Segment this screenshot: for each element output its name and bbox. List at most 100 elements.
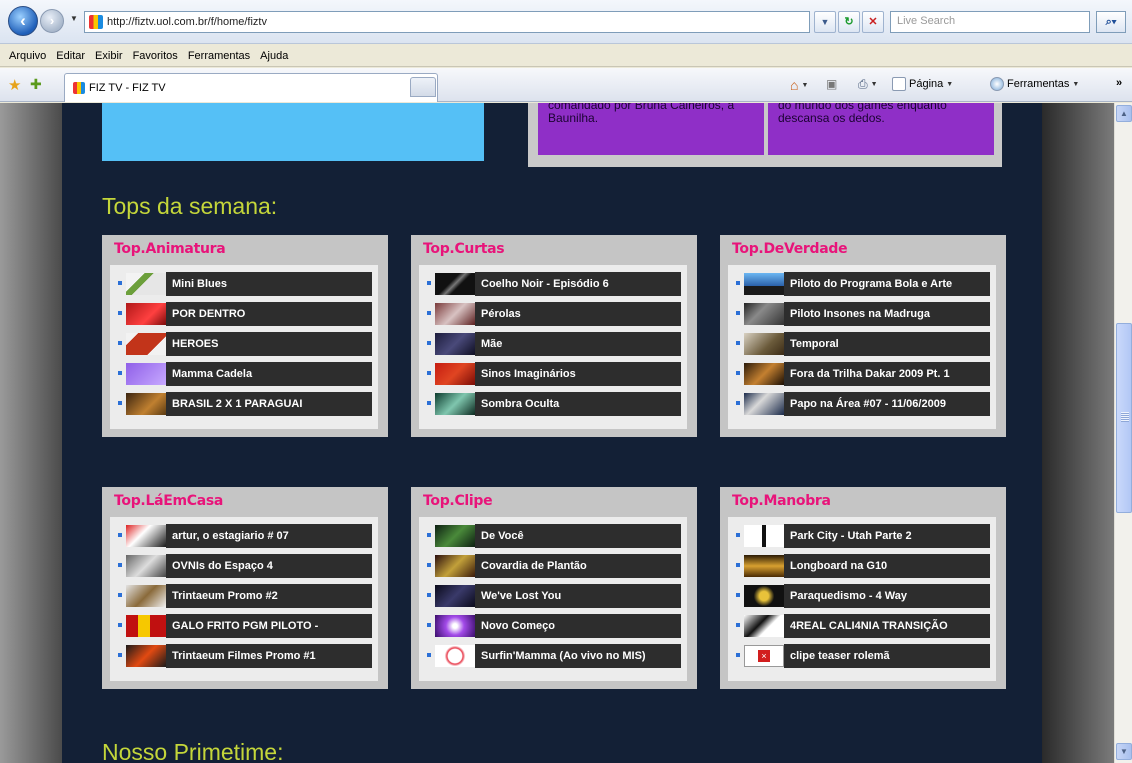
top-box-title[interactable]: Top.LáEmCasa	[114, 493, 223, 509]
video-title-link[interactable]: Mãe	[475, 332, 681, 356]
forward-button[interactable]: ›	[40, 9, 64, 33]
favorites-star-icon[interactable]: ★	[8, 76, 21, 94]
video-thumbnail[interactable]	[126, 363, 166, 385]
video-title-link[interactable]: Mini Blues	[166, 272, 372, 296]
top-list-item[interactable]: Sinos Imaginários	[419, 361, 687, 387]
video-thumbnail[interactable]	[126, 303, 166, 325]
top-box-title[interactable]: Top.Manobra	[732, 493, 831, 509]
top-list-item[interactable]: Mini Blues	[110, 271, 378, 297]
top-list-item[interactable]: GALO FRITO PGM PILOTO -	[110, 613, 378, 639]
top-list-item[interactable]: OVNIs do Espaço 4	[110, 553, 378, 579]
video-title-link[interactable]: Fora da Trilha Dakar 2009 Pt. 1	[784, 362, 990, 386]
video-thumbnail[interactable]	[126, 525, 166, 547]
menu-arquivo[interactable]: Arquivo	[4, 50, 51, 62]
top-list-item[interactable]: Sombra Oculta	[419, 391, 687, 417]
featured-blue-panel[interactable]	[102, 103, 484, 161]
feeds-icon[interactable]: ▣	[826, 77, 837, 91]
top-list-item[interactable]: Covardia de Plantão	[419, 553, 687, 579]
top-list-item[interactable]: BRASIL 2 X 1 PARAGUAI	[110, 391, 378, 417]
top-list-item[interactable]: Paraquedismo - 4 Way	[728, 583, 996, 609]
video-title-link[interactable]: Longboard na G10	[784, 554, 990, 578]
video-title-link[interactable]: Piloto do Programa Bola e Arte	[784, 272, 990, 296]
video-thumbnail[interactable]	[744, 615, 784, 637]
video-title-link[interactable]: 4REAL CALI4NIA TRANSIÇÃO	[784, 614, 990, 638]
top-list-item[interactable]: × clipe teaser rolemã	[728, 643, 996, 669]
top-list-item[interactable]: Papo na Área #07 - 11/06/2009	[728, 391, 996, 417]
video-title-link[interactable]: Mamma Cadela	[166, 362, 372, 386]
top-list-item[interactable]: Longboard na G10	[728, 553, 996, 579]
video-title-link[interactable]: Temporal	[784, 332, 990, 356]
video-thumbnail[interactable]	[435, 555, 475, 577]
video-title-link[interactable]: POR DENTRO	[166, 302, 372, 326]
video-thumbnail[interactable]	[435, 525, 475, 547]
top-list-item[interactable]: Coelho Noir - Episódio 6	[419, 271, 687, 297]
video-title-link[interactable]: Surfin'Mamma (Ao vivo no MIS)	[475, 644, 681, 668]
video-thumbnail[interactable]	[126, 585, 166, 607]
top-list-item[interactable]: HEROES	[110, 331, 378, 357]
stop-icon[interactable]: ✕	[862, 11, 884, 33]
video-thumbnail[interactable]	[126, 273, 166, 295]
video-thumbnail[interactable]	[744, 585, 784, 607]
menu-favoritos[interactable]: Favoritos	[128, 50, 183, 62]
print-icon[interactable]: ⎙ ▼	[858, 77, 878, 92]
video-title-link[interactable]: BRASIL 2 X 1 PARAGUAI	[166, 392, 372, 416]
video-thumbnail[interactable]	[126, 333, 166, 355]
video-title-link[interactable]: Piloto Insones na Madruga	[784, 302, 990, 326]
video-title-link[interactable]: HEROES	[166, 332, 372, 356]
video-thumbnail[interactable]	[126, 555, 166, 577]
top-list-item[interactable]: Surfin'Mamma (Ao vivo no MIS)	[419, 643, 687, 669]
top-list-item[interactable]: Fora da Trilha Dakar 2009 Pt. 1	[728, 361, 996, 387]
video-title-link[interactable]: OVNIs do Espaço 4	[166, 554, 372, 578]
scroll-up-icon[interactable]: ▲	[1116, 105, 1132, 122]
scroll-down-icon[interactable]: ▼	[1116, 743, 1132, 760]
top-list-item[interactable]: We've Lost You	[419, 583, 687, 609]
video-title-link[interactable]: artur, o estagiario # 07	[166, 524, 372, 548]
video-title-link[interactable]: clipe teaser rolemã	[784, 644, 990, 668]
video-title-link[interactable]: Sombra Oculta	[475, 392, 681, 416]
top-box-title[interactable]: Top.DeVerdade	[732, 241, 848, 257]
top-list-item[interactable]: Novo Começo	[419, 613, 687, 639]
top-list-item[interactable]: Park City - Utah Parte 2	[728, 523, 996, 549]
video-thumbnail[interactable]	[126, 645, 166, 667]
top-box-title[interactable]: Top.Clipe	[423, 493, 493, 509]
video-title-link[interactable]: Papo na Área #07 - 11/06/2009	[784, 392, 990, 416]
menu-editar[interactable]: Editar	[51, 50, 90, 62]
video-title-link[interactable]: De Você	[475, 524, 681, 548]
video-thumbnail[interactable]	[435, 273, 475, 295]
back-button[interactable]: ‹	[8, 6, 38, 36]
address-url[interactable]: http://fiztv.uol.com.br/f/home/fiztv	[107, 16, 267, 28]
video-thumbnail[interactable]	[435, 333, 475, 355]
top-list-item[interactable]: 4REAL CALI4NIA TRANSIÇÃO	[728, 613, 996, 639]
video-thumbnail[interactable]	[435, 303, 475, 325]
top-list-item[interactable]: Temporal	[728, 331, 996, 357]
featured-card-left[interactable]: comandado por Bruna Calheiros, a Baunilh…	[538, 103, 764, 155]
address-dropdown-icon[interactable]: ▼	[814, 11, 836, 33]
video-thumbnail[interactable]	[744, 363, 784, 385]
menu-exibir[interactable]: Exibir	[90, 50, 128, 62]
video-title-link[interactable]: Coelho Noir - Episódio 6	[475, 272, 681, 296]
featured-card-right[interactable]: do mundo dos games enquanto descansa os …	[768, 103, 994, 155]
video-title-link[interactable]: Pérolas	[475, 302, 681, 326]
home-icon[interactable]: ⌂ ▼	[790, 77, 808, 93]
top-list-item[interactable]: POR DENTRO	[110, 301, 378, 327]
new-tab-button[interactable]	[410, 77, 436, 97]
video-thumbnail[interactable]	[744, 555, 784, 577]
video-thumbnail[interactable]: ×	[744, 645, 784, 667]
video-title-link[interactable]: Trintaeum Promo #2	[166, 584, 372, 608]
video-title-link[interactable]: Novo Começo	[475, 614, 681, 638]
top-list-item[interactable]: Piloto do Programa Bola e Arte	[728, 271, 996, 297]
video-thumbnail[interactable]	[435, 393, 475, 415]
video-thumbnail[interactable]	[744, 273, 784, 295]
top-list-item[interactable]: Pérolas	[419, 301, 687, 327]
search-icon[interactable]: ⌕▾	[1096, 11, 1126, 33]
vertical-scrollbar[interactable]: ▲ ▼	[1114, 103, 1132, 763]
history-dropdown-icon[interactable]: ▼	[70, 14, 78, 23]
video-thumbnail[interactable]	[744, 333, 784, 355]
top-list-item[interactable]: Trintaeum Promo #2	[110, 583, 378, 609]
top-list-item[interactable]: Mãe	[419, 331, 687, 357]
top-box-title[interactable]: Top.Animatura	[114, 241, 226, 257]
video-thumbnail[interactable]	[126, 393, 166, 415]
video-thumbnail[interactable]	[435, 585, 475, 607]
tab-fiztv[interactable]: FIZ TV - FIZ TV	[64, 73, 438, 102]
video-title-link[interactable]: Paraquedismo - 4 Way	[784, 584, 990, 608]
